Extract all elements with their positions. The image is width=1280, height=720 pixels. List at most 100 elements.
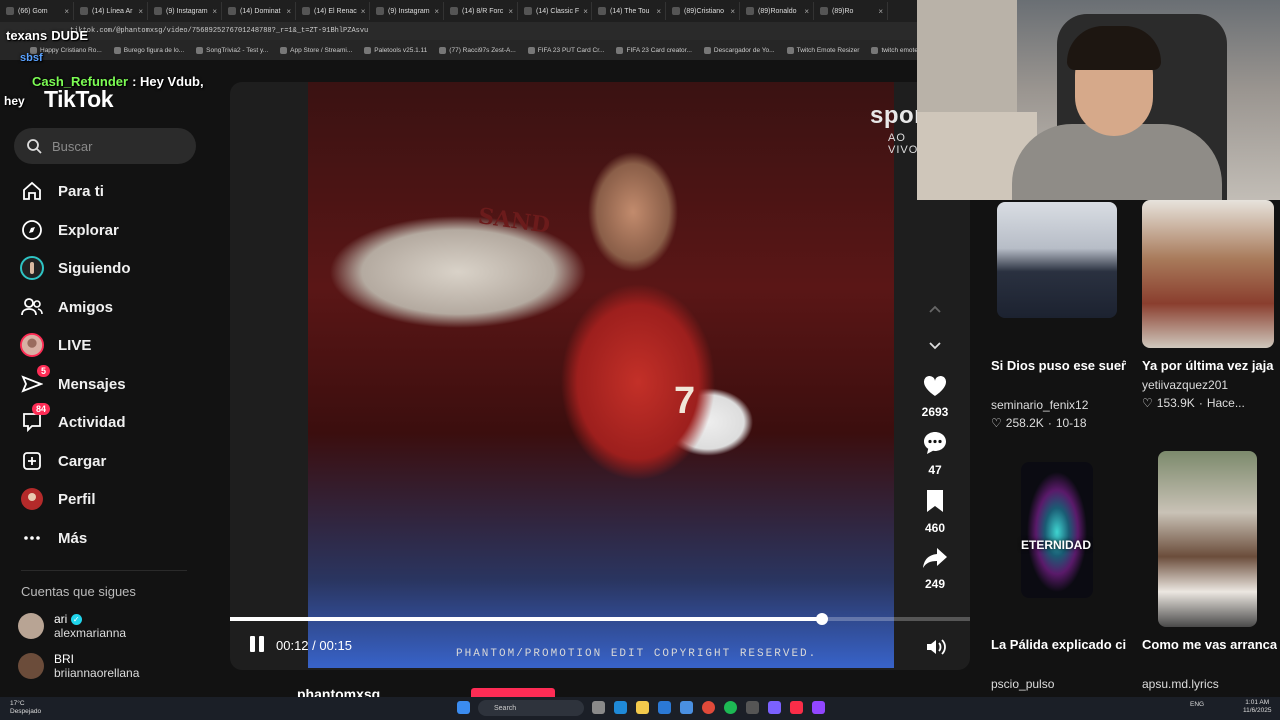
volume-icon[interactable] — [924, 635, 948, 659]
bookmark-favicon-icon — [364, 46, 372, 54]
twitch-icon[interactable] — [812, 701, 825, 714]
sidebar-item-perfil[interactable]: Perfil — [20, 487, 96, 511]
like-button[interactable]: 2693 — [915, 374, 955, 419]
following-account[interactable]: BRI briiannaorellana — [18, 652, 139, 680]
bookmark-item[interactable]: Paletools v25.1.11 — [364, 46, 428, 54]
close-icon[interactable]: × — [212, 7, 217, 16]
address-bar[interactable]: tiktok.com/@phantomxsg/video/75689252767… — [0, 22, 917, 40]
tiktok-logo[interactable]: TikTok — [44, 86, 114, 113]
chevron-down-icon[interactable] — [927, 337, 943, 353]
windows-start-icon[interactable] — [457, 701, 470, 714]
inbox-icon: 84 — [20, 403, 50, 434]
close-icon[interactable]: × — [730, 7, 735, 16]
browser-tab[interactable]: (89)Ro × — [816, 2, 888, 20]
mail-icon[interactable] — [680, 701, 693, 714]
music-icon[interactable] — [790, 701, 803, 714]
file-explorer-icon[interactable] — [636, 701, 649, 714]
feed-title[interactable]: La Pálida explicado científicamente🩷... — [991, 637, 1126, 653]
edge-icon[interactable] — [614, 701, 627, 714]
close-icon[interactable]: × — [64, 7, 69, 16]
bookmark-item[interactable]: twitch emote res — [871, 46, 917, 54]
share-button[interactable]: 249 — [915, 546, 955, 591]
feed-thumbnail[interactable] — [1021, 462, 1093, 598]
browser-tab[interactable]: (14) Classic F × — [520, 2, 592, 20]
bookmark-item[interactable]: Twitch Emote Resizer — [786, 46, 859, 54]
bookmark-item[interactable]: App Store / Streami... — [280, 46, 352, 54]
browser-tab[interactable]: (9) Instagram × — [150, 2, 222, 20]
feed-author[interactable]: seminario_fenix12 — [991, 398, 1088, 412]
pause-icon — [250, 636, 255, 652]
chrome-icon[interactable] — [702, 701, 715, 714]
bookmark-item[interactable]: FIFA 23 PUT Card Cr... — [527, 46, 604, 54]
feed-author[interactable]: apsu.md.lyrics — [1142, 677, 1219, 691]
system-clock[interactable]: 1:01 AM 11/6/2025 — [1243, 699, 1271, 715]
browser-tab[interactable]: (14) 8/R Forc × — [446, 2, 518, 20]
feed-thumbnail[interactable] — [1158, 451, 1257, 627]
sidebar-item-explorar[interactable]: Explorar — [20, 218, 119, 242]
browser-tab[interactable]: (14) El Renac × — [298, 2, 370, 20]
feed-title[interactable]: Si Dios puso ese sueño en tu corazó... — [991, 358, 1126, 373]
taskbar-search[interactable]: Search — [478, 700, 584, 716]
sidebar-item-live[interactable]: LIVE — [20, 333, 91, 357]
bookmark-item[interactable]: (77) Racci97s Zest-A... — [439, 46, 516, 54]
meta-dot: · — [1198, 396, 1203, 410]
discord-icon[interactable] — [768, 701, 781, 714]
tab-title: (9) Instagram — [166, 7, 208, 15]
bookmark-item[interactable]: Burego figura de lo... — [113, 46, 184, 54]
close-icon[interactable]: × — [286, 7, 291, 16]
browser-tab[interactable]: (14) The Tou × — [594, 2, 666, 20]
account-name: BRI — [54, 652, 75, 666]
feed-author[interactable]: yetiivazquez201 — [1142, 378, 1228, 392]
close-icon[interactable]: × — [583, 7, 588, 16]
close-icon[interactable]: × — [804, 7, 809, 16]
sidebar-item-para-ti[interactable]: Para ti — [20, 179, 104, 203]
webcam-overlay — [917, 0, 1280, 200]
search-input[interactable]: Buscar — [14, 128, 196, 164]
feed-title[interactable]: Como me vas arrancar la cadena... — [1142, 637, 1277, 652]
sidebar-item-más[interactable]: Más — [20, 526, 87, 550]
progress-handle[interactable] — [816, 613, 828, 625]
browser-tab[interactable]: (66) Gom × — [2, 2, 74, 20]
sidebar-item-amigos[interactable]: Amigos — [20, 295, 113, 319]
close-icon[interactable]: × — [361, 7, 366, 16]
task-view-icon[interactable] — [592, 701, 605, 714]
sidebar-item-siguiendo[interactable]: Siguiendo — [20, 256, 131, 280]
bookmark-item[interactable]: SongTrivia2 - Test y... — [196, 46, 268, 54]
url-text[interactable]: tiktok.com/@phantomxsg/video/75689252767… — [70, 27, 368, 35]
browser-tab[interactable]: (14) Línea Ar × — [76, 2, 148, 20]
close-icon[interactable]: × — [508, 7, 513, 16]
sidebar-item-cargar[interactable]: Cargar — [20, 449, 106, 473]
pause-button[interactable] — [250, 636, 268, 654]
browser-tab[interactable]: (9) Instagram × — [372, 2, 444, 20]
system-tray-lang[interactable]: ENG — [1190, 701, 1204, 708]
video-player[interactable]: SAND 7 sportv AO VIVO PHANTOM/PROMOTION … — [230, 82, 970, 670]
sidebar-item-actividad[interactable]: 84 Actividad — [20, 403, 126, 434]
close-icon[interactable]: × — [138, 7, 143, 16]
comment-button[interactable]: 47 — [915, 430, 955, 477]
video-frame[interactable]: SAND 7 sportv AO VIVO — [308, 82, 946, 668]
bookmark-item[interactable]: Descargador de Yo... — [703, 46, 775, 54]
tab-title: (89)Cristiano — [684, 7, 725, 15]
bookmark-item[interactable]: FIFA 23 Card creator... — [616, 46, 692, 54]
chevron-up-icon[interactable] — [927, 302, 943, 318]
store-icon[interactable] — [658, 701, 671, 714]
save-button[interactable]: 460 — [915, 488, 955, 535]
close-icon[interactable]: × — [434, 7, 439, 16]
feed-title[interactable]: Ya por última vez jaja — [1142, 358, 1277, 373]
bookmark-label: Paletools v25.1.11 — [374, 46, 428, 54]
weather-widget[interactable]: 17°C Despejado — [10, 700, 41, 716]
obs-icon[interactable] — [746, 701, 759, 714]
progress-bar[interactable] — [230, 613, 970, 625]
sidebar-item-label: Mensajes — [58, 375, 126, 393]
spotify-icon[interactable] — [724, 701, 737, 714]
browser-tab[interactable]: (89)Cristiano × — [668, 2, 740, 20]
feed-author[interactable]: pscio_pulso — [991, 677, 1054, 691]
close-icon[interactable]: × — [656, 7, 661, 16]
feed-thumbnail[interactable] — [997, 202, 1117, 318]
feed-thumbnail[interactable] — [1142, 200, 1274, 348]
close-icon[interactable]: × — [878, 7, 883, 16]
following-account[interactable]: ari ✓ alexmarianna — [18, 612, 126, 640]
browser-tab[interactable]: (89)Ronaldo × — [742, 2, 814, 20]
sidebar-item-mensajes[interactable]: 5 Mensajes — [20, 365, 126, 396]
browser-tab[interactable]: (14) Dominat × — [224, 2, 296, 20]
